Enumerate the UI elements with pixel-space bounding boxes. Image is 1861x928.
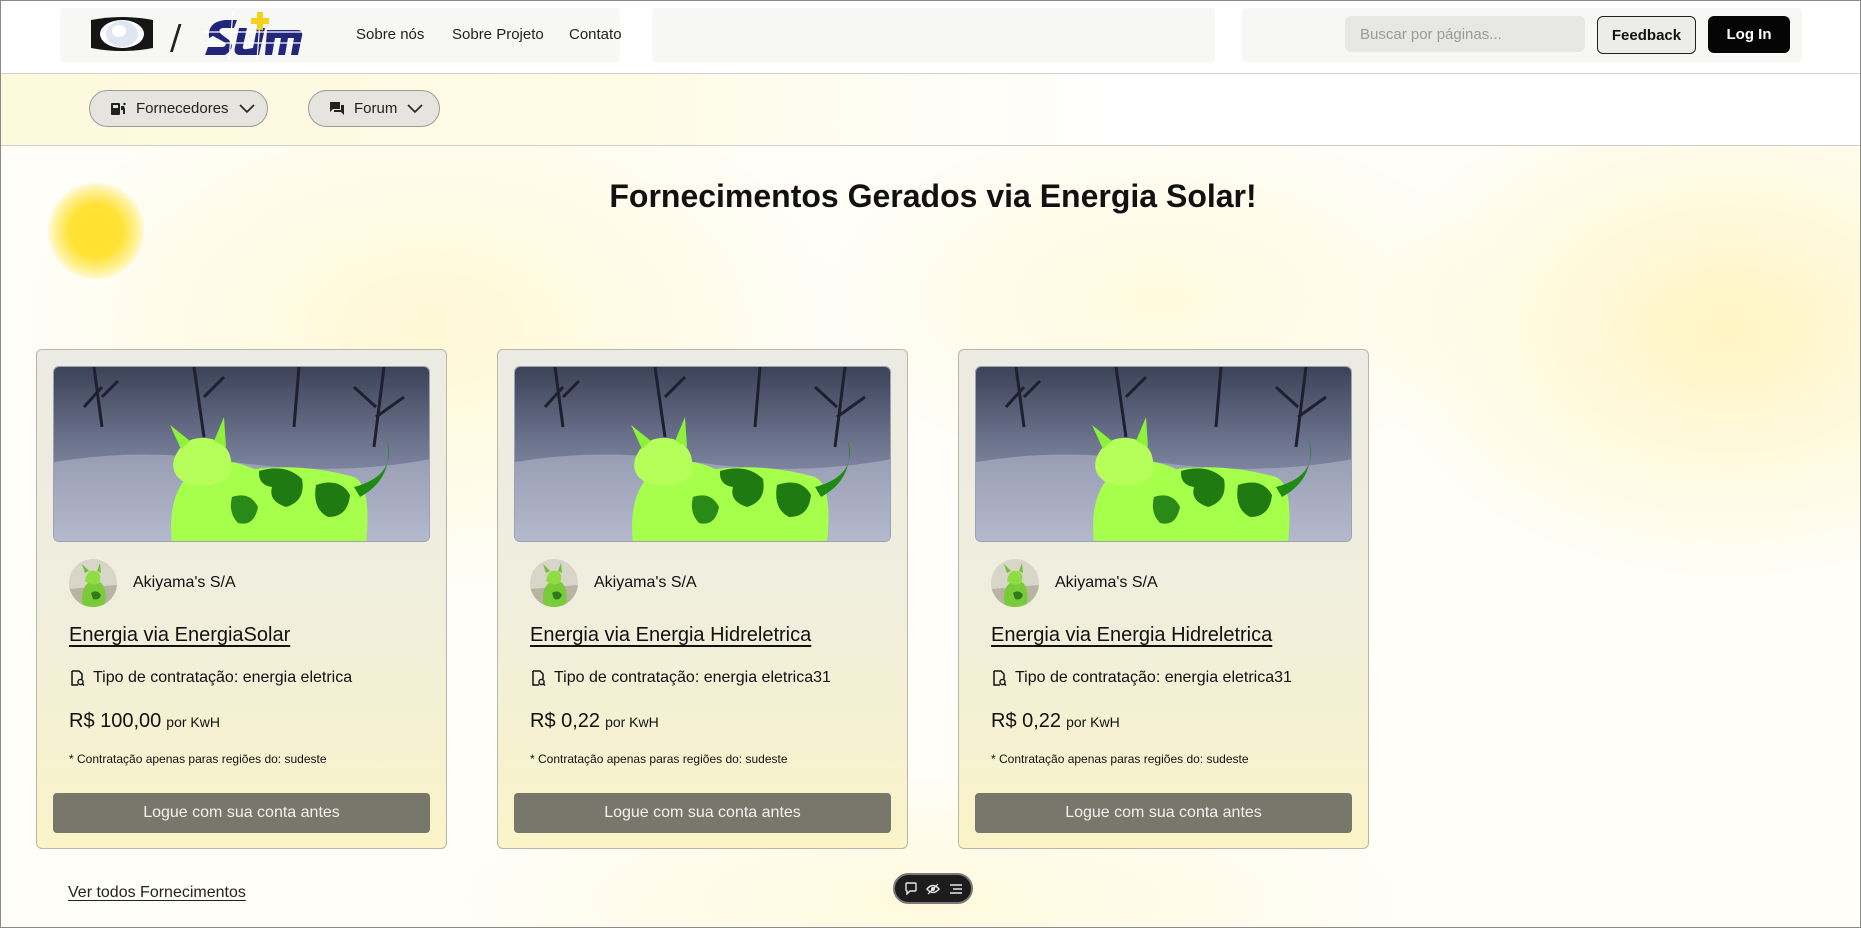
contract-type-text: Tipo de contratação: energia eletrica: [93, 669, 353, 686]
nav-sobre-nos[interactable]: Sobre nós: [356, 26, 424, 43]
price-unit: por KwH: [166, 714, 220, 730]
contract-type-text: Tipo de contratação: energia eletrica31: [1015, 669, 1292, 686]
document-icon: [69, 670, 85, 686]
list-icon[interactable]: [949, 883, 963, 895]
contract-type: Tipo de contratação: energia eletrica31: [991, 669, 1292, 687]
price-row: R$ 100,00 por KwH: [69, 710, 220, 733]
provider-avatar: [69, 559, 117, 607]
provider-name: Akiyama's S/A: [133, 574, 236, 591]
price-value: R$ 0,22: [991, 710, 1062, 732]
see-all-supplies-link[interactable]: Ver todos Fornecimentos: [68, 884, 246, 902]
supply-card: Akiyama's S/A Energia via EnergiaSolar T…: [36, 349, 447, 849]
chevron-down-icon: [407, 103, 423, 114]
price-value: R$ 100,00: [69, 710, 162, 732]
price-row: R$ 0,22 por KwH: [991, 710, 1120, 733]
eye-icon[interactable]: [926, 883, 940, 895]
card-image: [53, 366, 430, 542]
page-title: Fornecimentos Gerados via Energia Solar!: [609, 178, 1257, 214]
forum-icon: [329, 101, 345, 116]
logo-eye-icon[interactable]: [89, 16, 155, 52]
supply-card: Akiyama's S/A Energia via Energia Hidrel…: [497, 349, 908, 849]
contract-type: Tipo de contratação: energia eletrica31: [530, 669, 831, 687]
fornecedores-dropdown[interactable]: Fornecedores: [89, 90, 268, 127]
logo-sum-icon[interactable]: [203, 10, 303, 60]
region-note: * Contratação apenas paras regiões do: s…: [991, 752, 1249, 766]
region-note: * Contratação apenas paras regiões do: s…: [530, 752, 788, 766]
login-required-button[interactable]: Logue com sua conta antes: [975, 793, 1352, 833]
header-background-panel: [652, 8, 1215, 62]
price-row: R$ 0,22 por KwH: [530, 710, 659, 733]
document-icon: [530, 670, 546, 686]
supplier-icon: [110, 101, 127, 116]
login-button[interactable]: Log In: [1708, 16, 1790, 53]
price-unit: por KwH: [605, 714, 659, 730]
search-input[interactable]: [1345, 16, 1585, 52]
fornecedores-label: Fornecedores: [136, 100, 229, 117]
contract-type: Tipo de contratação: energia eletrica: [69, 669, 352, 687]
forum-dropdown[interactable]: Forum: [308, 90, 440, 127]
login-required-button[interactable]: Logue com sua conta antes: [514, 793, 891, 833]
sub-navigation: Fornecedores Forum: [0, 74, 1861, 146]
floating-toolbar: [893, 873, 973, 904]
provider-name: Akiyama's S/A: [1055, 574, 1158, 591]
card-title-link[interactable]: Energia via EnergiaSolar: [69, 624, 290, 647]
card-image: [514, 366, 891, 542]
price-unit: por KwH: [1066, 714, 1120, 730]
provider-avatar: [530, 559, 578, 607]
card-image: [975, 366, 1352, 542]
price-value: R$ 0,22: [530, 710, 601, 732]
forum-label: Forum: [354, 100, 398, 117]
provider-avatar: [991, 559, 1039, 607]
card-title-link[interactable]: Energia via Energia Hidreletrica: [991, 624, 1272, 647]
nav-sobre-projeto[interactable]: Sobre Projeto: [452, 26, 544, 43]
nav-contato[interactable]: Contato: [569, 26, 622, 43]
top-header: / Sobre nós Sobre Projeto Contato Feedba…: [0, 0, 1861, 74]
supply-card: Akiyama's S/A Energia via Energia Hidrel…: [958, 349, 1369, 849]
comment-icon[interactable]: [904, 882, 918, 895]
contract-type-text: Tipo de contratação: energia eletrica31: [554, 669, 831, 686]
provider-name: Akiyama's S/A: [594, 574, 697, 591]
chevron-down-icon: [238, 103, 255, 114]
card-title-link[interactable]: Energia via Energia Hidreletrica: [530, 624, 811, 647]
logo-separator: /: [170, 18, 182, 58]
login-required-button[interactable]: Logue com sua conta antes: [53, 793, 430, 833]
region-note: * Contratação apenas paras regiões do: s…: [69, 752, 327, 766]
feedback-button[interactable]: Feedback: [1597, 16, 1696, 54]
document-icon: [991, 670, 1007, 686]
